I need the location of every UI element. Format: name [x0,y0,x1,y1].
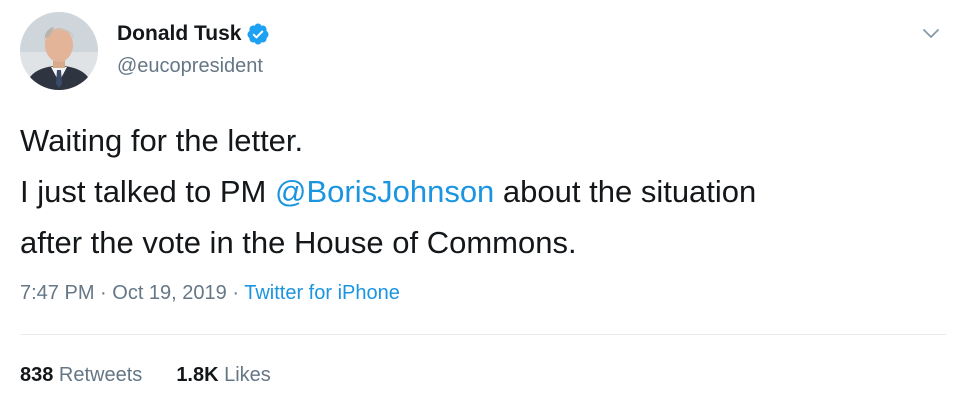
tweet-card: Donald Tusk @eucopresident Waiting for t… [0,0,962,414]
tweet-text-line-2: I just talked to PM @BorisJohnson about … [20,166,940,217]
meta-separator: · [226,282,245,304]
tweet-stats: 838 Retweets 1.8K Likes [20,364,305,387]
avatar-photo [20,12,98,90]
retweets-label: Retweets [53,364,143,386]
tweet-text-segment: about the situation [494,174,757,209]
author-handle[interactable]: @eucopresident [117,55,263,78]
retweets-stat[interactable]: 838 Retweets [20,364,142,387]
likes-label: Likes [218,364,271,386]
divider [20,334,946,335]
tweet-source-link[interactable]: Twitter for iPhone [244,282,400,304]
verified-badge-icon [246,22,270,46]
tweet-text-line-1: Waiting for the letter. [20,123,304,158]
avatar[interactable] [20,12,98,90]
likes-stat[interactable]: 1.8K Likes [176,364,271,387]
chevron-down-icon[interactable] [920,22,942,44]
tweet-metadata: 7:47 PM · Oct 19, 2019 · Twitter for iPh… [20,282,400,305]
tweet-time[interactable]: 7:47 PM [20,282,94,304]
tweet-date[interactable]: Oct 19, 2019 [112,282,227,304]
mention-link[interactable]: @BorisJohnson [275,174,494,209]
author-display-name[interactable]: Donald Tusk [117,22,241,46]
meta-separator: · [94,282,113,304]
likes-count: 1.8K [176,364,219,386]
author-name-row[interactable]: Donald Tusk [117,22,270,46]
tweet-text-line-3: after the vote in the House of Commons. [20,225,577,260]
tweet-text: Waiting for the letter. I just talked to… [20,115,940,268]
retweets-count: 838 [20,364,54,386]
tweet-text-segment: I just talked to PM [20,174,275,209]
